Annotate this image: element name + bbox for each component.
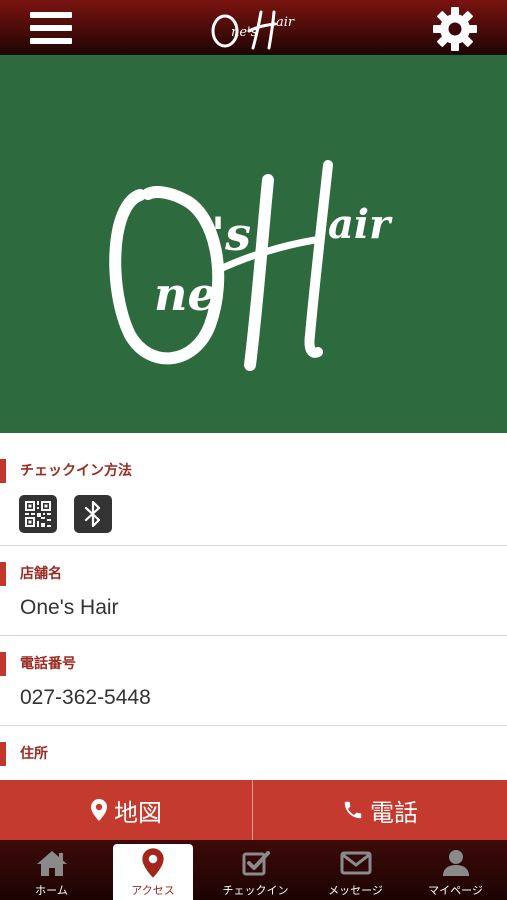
user-icon: [442, 850, 469, 876]
svg-text:air: air: [276, 15, 295, 30]
tab-message-label: メッセージ: [328, 884, 383, 897]
header-logo: ne's air: [211, 10, 295, 50]
phone-number-label: 電話番号: [0, 652, 76, 676]
tab-mypage[interactable]: マイページ: [405, 840, 506, 900]
map-pin-icon: [91, 799, 107, 821]
checkin-method-label: チェックイン方法: [0, 459, 132, 483]
tab-mypage-label: マイページ: [428, 884, 483, 897]
svg-text:ne: ne: [154, 267, 217, 321]
store-name-label: 店舗名: [0, 562, 62, 586]
qr-code-icon[interactable]: [19, 495, 57, 533]
tab-checkin-label: チェックイン: [222, 884, 289, 897]
bottom-tab-bar: ホーム アクセス チェックイン メッセージ マイページ: [0, 840, 507, 900]
map-pin-icon: [142, 848, 164, 878]
svg-text:'s: 's: [211, 207, 251, 261]
phone-icon: [344, 801, 362, 819]
address-label: 住所: [0, 742, 48, 766]
app-header: ne's air: [0, 0, 507, 55]
address-section: 住所: [0, 726, 507, 786]
mail-icon: [340, 851, 371, 875]
svg-text:air: air: [328, 201, 393, 248]
bluetooth-icon[interactable]: [74, 495, 112, 533]
svg-text:ne's: ne's: [231, 25, 258, 40]
tab-access-label: アクセス: [131, 884, 175, 897]
call-button-label: 電話: [370, 798, 418, 827]
tab-checkin[interactable]: チェックイン: [205, 840, 306, 900]
hamburger-menu-icon[interactable]: [28, 10, 74, 46]
tab-access[interactable]: アクセス: [113, 844, 193, 900]
checkin-method-section: チェックイン方法: [0, 458, 507, 546]
map-button-label: 地図: [114, 798, 162, 827]
settings-gear-icon[interactable]: [432, 6, 478, 52]
home-icon: [36, 851, 67, 876]
store-name-value: One's Hair: [20, 596, 119, 619]
checkin-icon: [242, 851, 270, 876]
map-button[interactable]: 地図: [0, 780, 252, 840]
tab-home-label: ホーム: [35, 884, 68, 897]
hero-logo: ne 's air: [109, 160, 393, 371]
store-name-section: 店舗名 One's Hair: [0, 546, 507, 636]
tab-message[interactable]: メッセージ: [305, 840, 406, 900]
phone-number-value[interactable]: 027-362-5448: [20, 686, 151, 710]
call-button[interactable]: 電話: [253, 780, 507, 840]
action-bar: 地図 電話: [0, 780, 507, 840]
phone-number-section: 電話番号 027-362-5448: [0, 636, 507, 726]
hero-banner: ne 's air: [0, 55, 507, 433]
tab-home[interactable]: ホーム: [1, 840, 102, 900]
